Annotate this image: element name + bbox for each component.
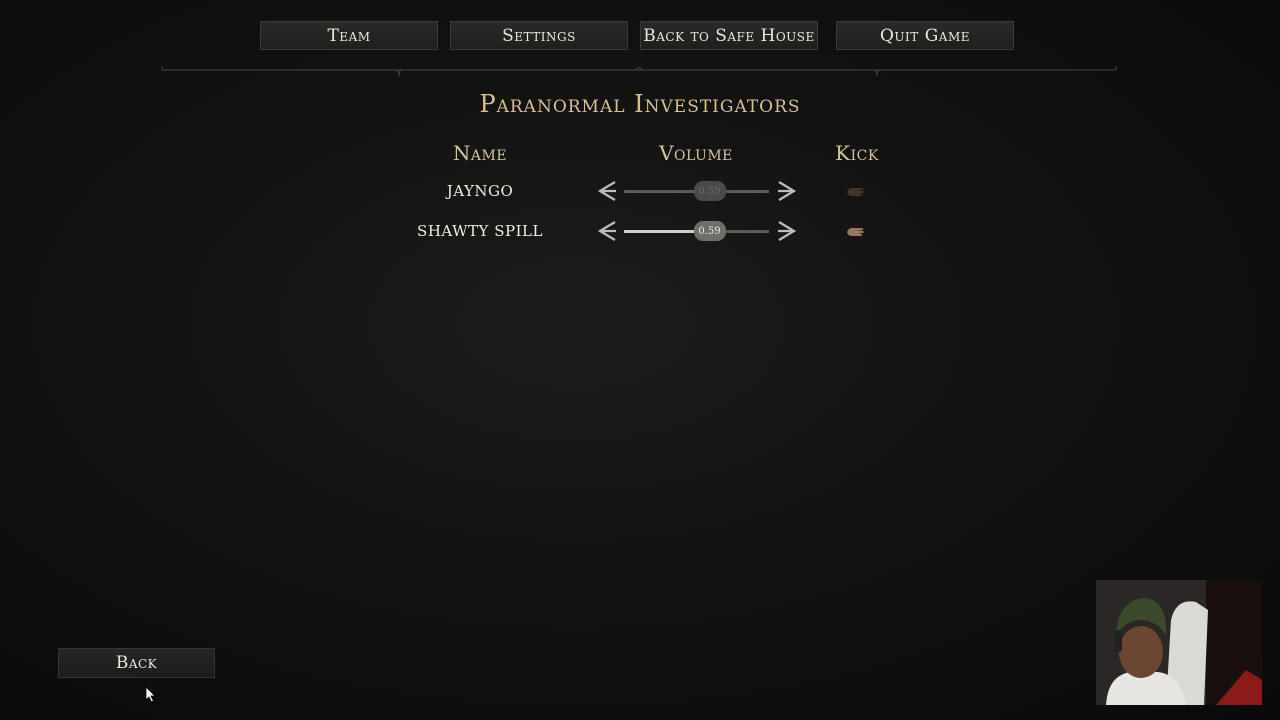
volume-increase-icon[interactable] [774,178,800,204]
top-menu: Team Settings Back to Safe House Quit Ga… [0,0,1280,80]
webcam-overlay [1096,580,1262,705]
volume-slider-knob[interactable]: 0.59 [693,221,726,241]
column-header-name: Name [452,141,508,165]
mouse-cursor-icon [145,686,156,703]
back-button[interactable]: Back [58,648,215,678]
menu-divider [161,66,1117,77]
column-header-kick: Kick [835,141,879,165]
volume-increase-icon[interactable] [774,218,800,244]
volume-slider-knob[interactable]: 0.59 [693,181,726,201]
kick-hand-icon[interactable] [843,180,869,202]
quit-game-button[interactable]: Quit Game [836,21,1014,50]
player-name: SHAWTY SPILL [417,222,543,240]
player-name: JAYNGO [446,182,514,200]
volume-slider[interactable]: 0.59 [624,221,769,241]
column-header-volume: Volume [659,141,733,165]
volume-decrease-icon[interactable] [594,178,620,204]
settings-button[interactable]: Settings [450,21,628,50]
player-row: JAYNGO 0.59 [0,178,1280,208]
kick-hand-icon[interactable] [843,220,869,242]
team-button[interactable]: Team [260,21,438,50]
volume-slider[interactable]: 0.59 [624,181,769,201]
player-row: SHAWTY SPILL 0.59 [0,218,1280,248]
back-to-safe-house-button[interactable]: Back to Safe House [640,21,818,50]
volume-decrease-icon[interactable] [594,218,620,244]
page-title: Paranormal Investigators [479,90,801,118]
